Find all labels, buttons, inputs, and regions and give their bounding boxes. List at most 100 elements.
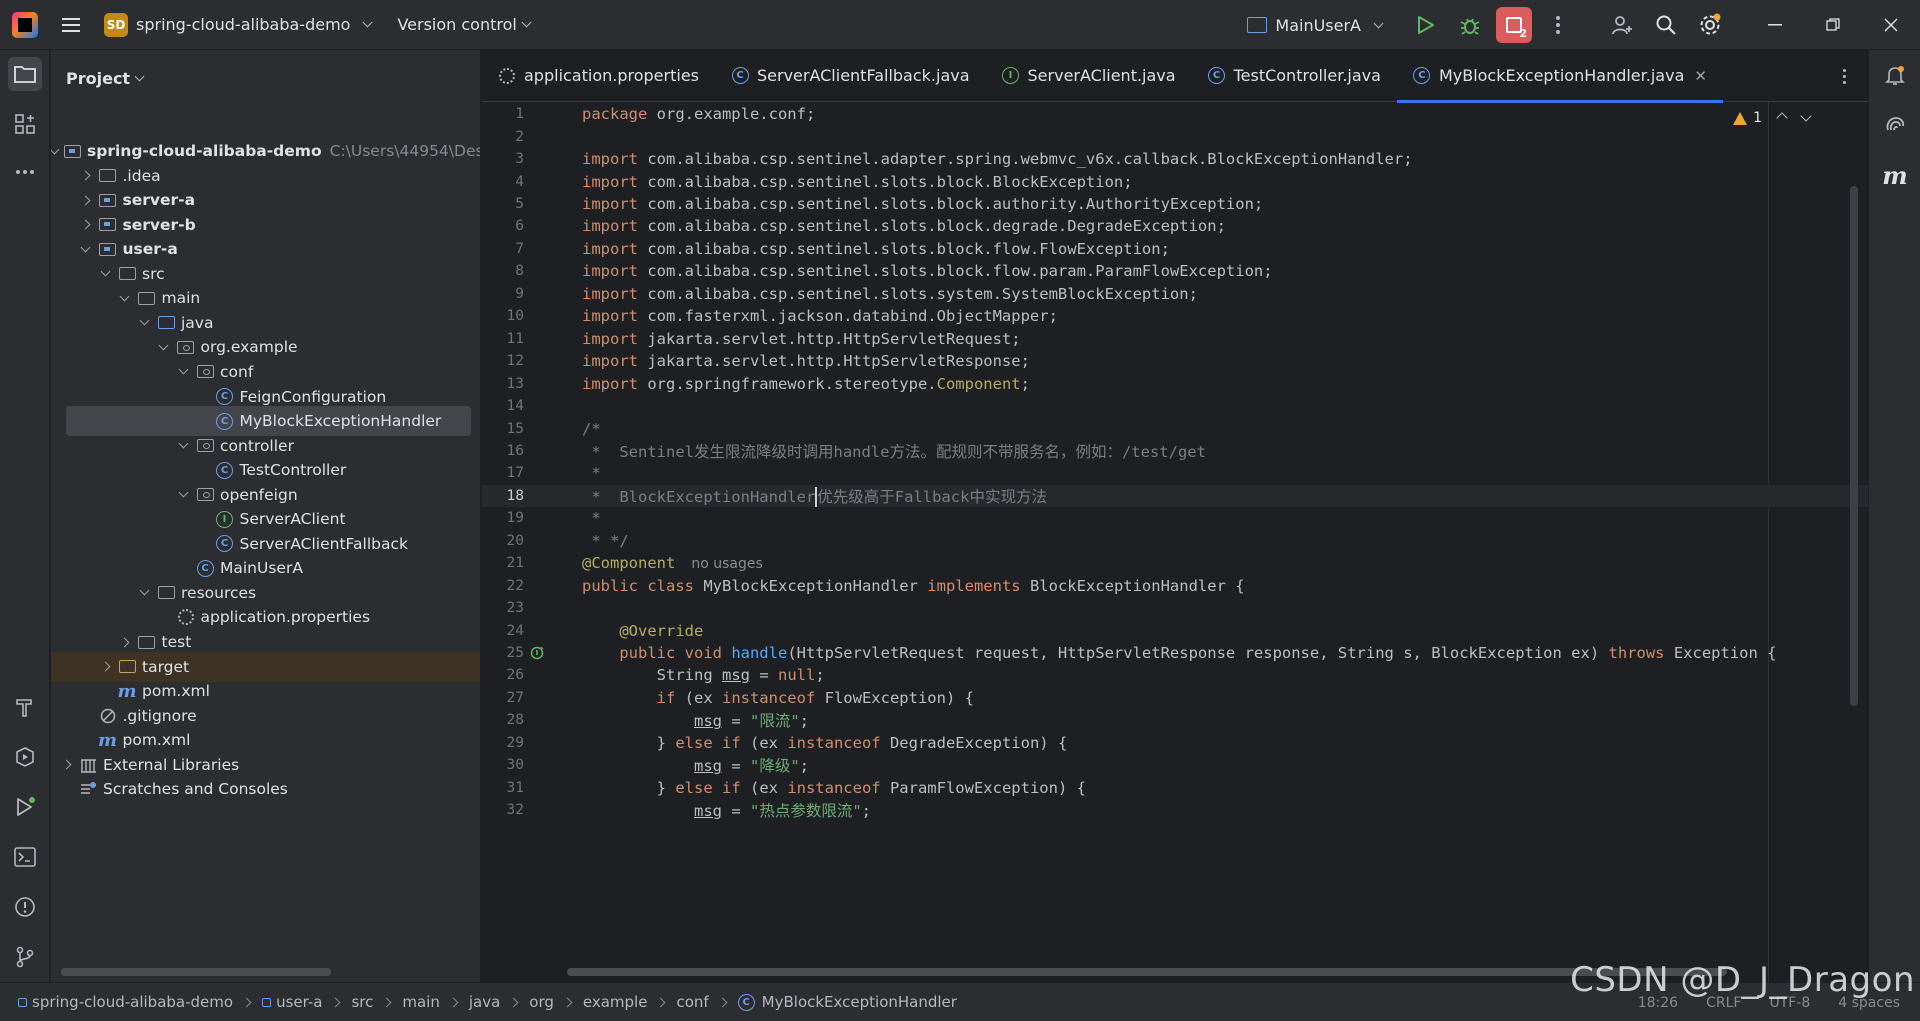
line-number[interactable]: 24	[482, 623, 524, 639]
editor-tab[interactable]: application.properties	[482, 50, 715, 102]
breadcrumb-item[interactable]: spring-cloud-alibaba-demo	[18, 993, 233, 1011]
code-line[interactable]: 11 import jakarta.servlet.http.HttpServle…	[482, 328, 1868, 350]
editor-horizontal-scrollbar[interactable]	[567, 968, 1727, 976]
project-selector[interactable]: SD spring-cloud-alibaba-demo	[104, 12, 373, 37]
chevron-down-icon[interactable]	[176, 487, 190, 502]
code-line[interactable]: 18 * BlockExceptionHandler 优先级高于Fallback中…	[482, 484, 1868, 508]
run-tool-button[interactable]	[8, 790, 42, 824]
editor-tab[interactable]: C MyBlockExceptionHandler.java ✕	[1396, 50, 1723, 103]
code-line[interactable]: 9 import com.alibaba.csp.sentinel.slots.s…	[482, 283, 1868, 305]
tabs-more-button[interactable]	[1832, 62, 1856, 90]
code-line[interactable]: 19 *	[482, 507, 1868, 529]
line-number[interactable]: 2	[482, 129, 524, 145]
implements-method-icon[interactable]	[530, 646, 544, 660]
line-number[interactable]: 14	[482, 398, 524, 414]
line-number[interactable]: 11	[482, 331, 524, 347]
vertical-scrollbar[interactable]	[1850, 186, 1858, 706]
debug-button[interactable]	[1452, 7, 1488, 43]
problems-tool-button[interactable]	[8, 890, 42, 924]
chevron-right-icon[interactable]	[79, 169, 93, 183]
line-number[interactable]: 32	[482, 802, 524, 818]
inspection-widget[interactable]: 1	[1733, 110, 1812, 126]
editor-tab[interactable]: C TestController.java	[1192, 50, 1397, 102]
terminal-tool-button[interactable]	[8, 840, 42, 874]
line-number[interactable]: 7	[482, 241, 524, 257]
line-number[interactable]: 9	[482, 286, 524, 302]
more-tools-button[interactable]	[8, 155, 42, 189]
git-tool-button[interactable]	[8, 940, 42, 974]
notifications-button[interactable]	[1878, 58, 1912, 92]
chevron-down-icon[interactable]	[118, 291, 132, 305]
add-user-button[interactable]	[1604, 7, 1640, 43]
chevron-down-icon[interactable]	[137, 315, 151, 330]
line-number[interactable]: 28	[482, 712, 524, 728]
editor-tab[interactable]: I ServerAClient.java	[986, 50, 1192, 102]
restore-button[interactable]	[1804, 0, 1862, 50]
minimize-button[interactable]	[1746, 0, 1804, 50]
code-line[interactable]: 25 public void handle(HttpServletRequest…	[482, 642, 1868, 664]
chevron-down-icon[interactable]	[98, 266, 112, 281]
line-number[interactable]: 29	[482, 735, 524, 751]
project-tool-button[interactable]	[8, 57, 42, 91]
chevron-down-icon[interactable]	[176, 438, 190, 453]
breadcrumb-item[interactable]: user-a	[262, 993, 322, 1011]
code-line[interactable]: 27 if (ex instanceof FlowException) {	[482, 687, 1868, 709]
chevron-right-icon[interactable]	[59, 758, 73, 772]
code-line[interactable]: 24 @Override	[482, 619, 1868, 641]
chevron-right-icon[interactable]	[79, 193, 93, 207]
line-number[interactable]: 8	[482, 263, 524, 279]
line-number[interactable]: 21	[482, 555, 524, 571]
code-line[interactable]: 28 msg = "限流";	[482, 709, 1868, 731]
line-number[interactable]: 22	[482, 578, 524, 594]
tree-item[interactable]: Scratches and Consoles	[51, 774, 480, 804]
code-line[interactable]: 5 import com.alibaba.csp.sentinel.slots.b…	[482, 193, 1868, 215]
line-number[interactable]: 16	[482, 443, 524, 459]
line-number[interactable]: 26	[482, 667, 524, 683]
line-number[interactable]: 13	[482, 376, 524, 392]
line-number[interactable]: 25	[482, 645, 524, 661]
breadcrumb-item[interactable]: src	[351, 993, 373, 1011]
line-number[interactable]: 6	[482, 218, 524, 234]
run-config-selector[interactable]: MainUserA	[1247, 16, 1384, 35]
structure-tool-button[interactable]	[8, 107, 42, 141]
line-number[interactable]: 12	[482, 353, 524, 369]
code-line[interactable]: 2	[482, 125, 1868, 147]
code-line[interactable]: 23	[482, 597, 1868, 619]
code-line[interactable]: 15 /*	[482, 417, 1868, 439]
code-line[interactable]: 10 import com.fasterxml.jackson.databind.…	[482, 305, 1868, 327]
line-number[interactable]: 5	[482, 196, 524, 212]
code-line[interactable]: 31 } else if (ex instanceof ParamFlowExc…	[482, 777, 1868, 799]
breadcrumb-item[interactable]: java	[469, 993, 500, 1011]
search-everywhere-button[interactable]	[1648, 7, 1684, 43]
settings-button[interactable]	[1692, 7, 1728, 43]
line-number[interactable]: 31	[482, 780, 524, 796]
stop-button[interactable]: 2	[1496, 7, 1532, 43]
chevron-down-icon[interactable]	[176, 364, 190, 379]
chevron-down-icon[interactable]	[79, 242, 93, 256]
code-line[interactable]: 22 public class MyBlockExceptionHandler i…	[482, 574, 1868, 596]
chevron-right-icon[interactable]	[118, 635, 132, 649]
chevron-down-icon[interactable]	[137, 585, 151, 600]
editor-tab[interactable]: C ServerAClientFallback.java	[715, 50, 986, 102]
previous-highlight-icon[interactable]	[1776, 112, 1788, 124]
line-number[interactable]: 3	[482, 151, 524, 167]
line-number[interactable]: 15	[482, 421, 524, 437]
code-area[interactable]: 1 package org.example.conf; 2 3 import com.a…	[482, 102, 1868, 982]
build-tool-button[interactable]	[8, 690, 42, 724]
code-line[interactable]: 20 * */	[482, 530, 1868, 552]
line-number[interactable]: 19	[482, 510, 524, 526]
run-button[interactable]	[1408, 7, 1444, 43]
line-number[interactable]: 18	[482, 488, 524, 504]
close-window-button[interactable]	[1862, 0, 1920, 50]
code-line[interactable]: 1 package org.example.conf;	[482, 103, 1868, 125]
chevron-down-icon[interactable]	[51, 144, 60, 158]
gutter[interactable]	[524, 646, 550, 660]
close-icon[interactable]: ✕	[1694, 67, 1707, 85]
code-line[interactable]: 21 @Component no usages	[482, 552, 1868, 574]
code-line[interactable]: 29 } else if (ex instanceof DegradeExcep…	[482, 732, 1868, 754]
ai-assistant-button[interactable]	[1878, 108, 1912, 142]
line-number[interactable]: 10	[482, 308, 524, 324]
intellij-logo-icon[interactable]	[12, 11, 38, 38]
code-line[interactable]: 4 import com.alibaba.csp.sentinel.slots.b…	[482, 170, 1868, 192]
code-line[interactable]: 17 *	[482, 462, 1868, 484]
